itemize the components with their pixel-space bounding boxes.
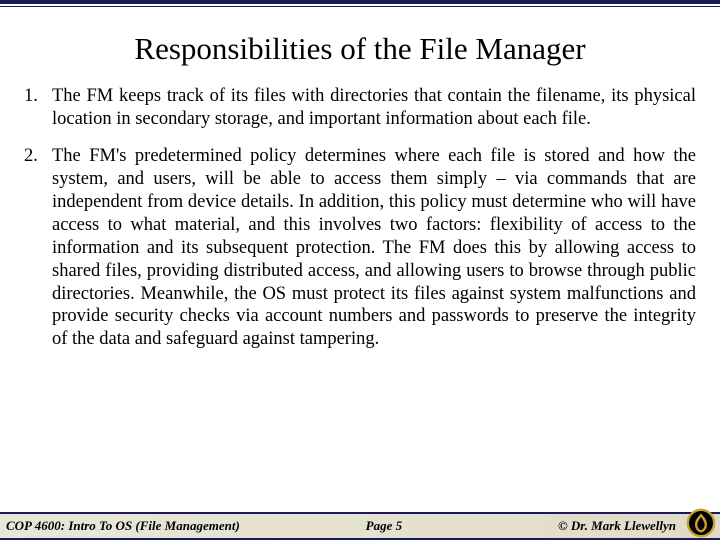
item-number: 2. [24,145,52,351]
slide-content: Responsibilities of the File Manager 1. … [0,7,720,351]
item-text: The FM's predetermined policy determines… [52,145,696,351]
item-text: The FM keeps track of its files with dir… [52,85,696,131]
numbered-list: 1. The FM keeps track of its files with … [24,85,696,351]
footer-page: Page 5 [210,518,558,534]
footer-bar: COP 4600: Intro To OS (File Management) … [0,512,720,540]
top-thick-rule [0,0,720,4]
item-number: 1. [24,85,52,131]
slide-title: Responsibilities of the File Manager [24,31,696,67]
footer-left: COP 4600: Intro To OS (File Management) [6,518,240,534]
list-item: 1. The FM keeps track of its files with … [24,85,696,131]
ucf-logo-icon [686,508,716,538]
footer-right: © Dr. Mark Llewellyn [558,518,676,534]
list-item: 2. The FM's predetermined policy determi… [24,145,696,351]
